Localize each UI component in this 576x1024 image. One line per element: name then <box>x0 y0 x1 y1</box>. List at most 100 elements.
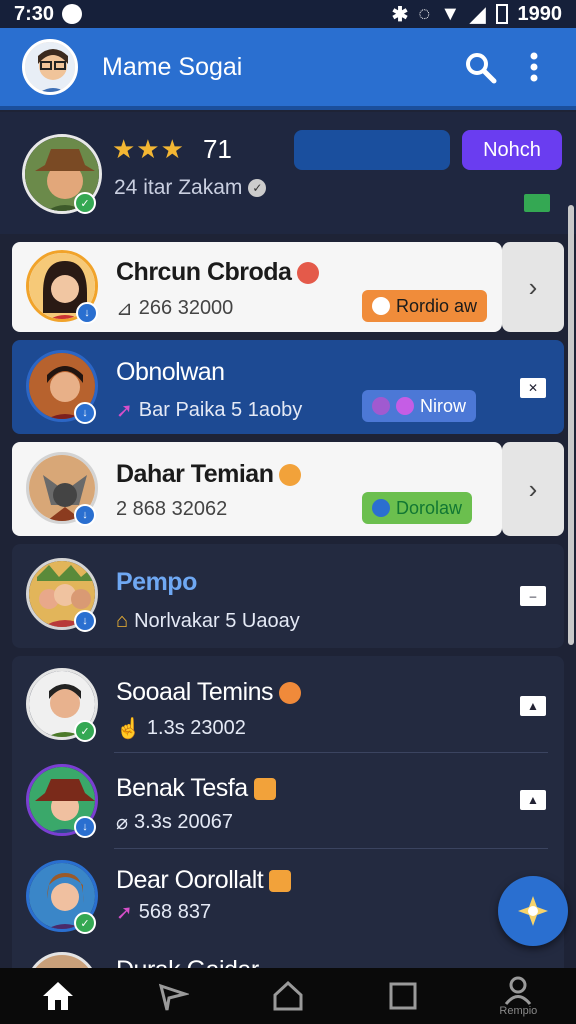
status-badge: ↓ <box>74 816 96 838</box>
card-chevron-button[interactable]: › <box>502 442 564 536</box>
item-name: Benak Tesfa <box>116 774 276 803</box>
profile-subtitle-text: 24 itar Zakam <box>114 176 243 199</box>
item-meta: ➚ 568 837 <box>116 900 211 925</box>
search-button[interactable] <box>460 47 500 87</box>
more-button[interactable] <box>514 47 554 87</box>
item-meta-text: 568 837 <box>138 901 212 923</box>
status-right-text: 1990 <box>517 2 563 25</box>
bluetooth-icon: ✱ <box>391 3 409 26</box>
close-button[interactable]: ✕ <box>520 378 546 398</box>
arrow-icon: ➚ <box>116 902 133 924</box>
card-meta-text: 2 868 32062 <box>116 498 228 520</box>
square-icon <box>389 982 417 1010</box>
battery-icon <box>495 4 508 24</box>
status-bar: 7:30 ✱ ◌ ▼ ◢ 1990 <box>0 0 576 28</box>
envelope-icon <box>253 777 276 800</box>
item-name-text: Benak Tesfa <box>116 774 248 802</box>
item-name-text: Dear Oorollalt <box>116 866 264 894</box>
nav-profile-label: Rempio <box>499 1005 538 1017</box>
chevron-right-icon: › <box>528 271 538 302</box>
list-item[interactable]: ↓ Benak Tesfa ⌀ 3.3s 20067 ▲ <box>12 752 564 849</box>
bottom-nav: Rempio <box>0 968 576 1024</box>
card-chip[interactable]: Nirow <box>362 390 477 422</box>
card-name-text: Obnolwan <box>116 358 225 386</box>
nav-send[interactable] <box>143 971 203 1021</box>
status-badge: ↓ <box>76 302 98 324</box>
pin-icon: ⌀ <box>116 812 129 834</box>
profile-action-button[interactable] <box>294 130 450 170</box>
item-meta: ☝ 1.3s 23002 <box>116 716 246 741</box>
list-item[interactable]: ✓ Sooaal Temins ☝ 1.3s 23002 ▲ <box>12 656 564 753</box>
face-icon <box>279 681 302 704</box>
item-name: Dear Oorollalt <box>116 866 292 895</box>
item-name-text: Sooaal Temins <box>116 678 274 706</box>
home-small-icon: ⌂ <box>116 610 129 632</box>
check-icon <box>524 194 550 212</box>
status-badge: ✓ <box>74 720 96 742</box>
globe-icon <box>297 261 320 284</box>
verified-icon: ✓ <box>248 179 267 197</box>
item-action-button[interactable]: ▲ <box>520 696 546 716</box>
app-bar: Mame Sogai <box>0 28 576 110</box>
list-item[interactable]: ✓ Dear Oorollalt ➚ 568 837 <box>12 848 564 944</box>
rating-stars: ★★★ <box>112 134 185 164</box>
notification-icon <box>62 4 83 24</box>
nav-home[interactable] <box>28 971 88 1021</box>
status-badge: ↓ <box>74 402 96 424</box>
arrow-icon: ➚ <box>116 400 133 422</box>
user-avatar[interactable] <box>22 39 78 95</box>
card-name: Dahar Temian <box>116 460 302 489</box>
card-name: Obnolwan <box>116 358 225 387</box>
card-chip-label: Rordio aw <box>396 295 478 316</box>
vibrate-icon: ◌ <box>418 2 431 25</box>
card-chevron-button[interactable]: › <box>502 242 564 332</box>
card-meta-text: Bar Paika 5 1aoby <box>138 399 303 421</box>
item-meta-text: 1.3s 23002 <box>146 717 246 739</box>
card-name-text: Pempo <box>116 568 197 596</box>
card-action-button[interactable]: – <box>520 586 546 606</box>
overview-icon <box>273 980 303 1011</box>
nav-profile[interactable]: Rempio <box>488 971 548 1021</box>
scrollbar[interactable] <box>568 205 574 645</box>
status-time: 7:30 <box>14 2 55 25</box>
app-title: Mame Sogai <box>102 52 243 81</box>
emoji-icon <box>372 397 390 415</box>
contact-list: ✓ Sooaal Temins ☝ 1.3s 23002 ▲ ↓ Benak Te… <box>12 656 564 976</box>
card-meta: ⊿ 266 32000 <box>116 296 233 321</box>
sparkle-icon <box>518 896 548 926</box>
card-name: Pempo <box>116 568 197 597</box>
status-badge: ✓ <box>74 912 96 934</box>
card-name-text: Dahar Temian <box>116 460 274 488</box>
chevron-right-icon: › <box>528 473 538 504</box>
card-chip-label: Dorolaw <box>396 497 463 518</box>
card-meta: ➚ Bar Paika 5 1aoby <box>116 398 302 423</box>
rating-value: 71 <box>202 134 232 164</box>
profile-subtitle: 24 itar Zakam ✓ <box>114 176 267 200</box>
card-chip[interactable]: Rordio aw <box>362 290 488 322</box>
nav-square[interactable] <box>373 971 433 1021</box>
online-badge: ✓ <box>74 192 96 214</box>
home-icon <box>42 982 73 1010</box>
image-icon: ▲ <box>527 793 539 807</box>
primary-action-button[interactable]: Nohch <box>462 130 562 170</box>
list-card[interactable]: ↓ Obnolwan ➚ Bar Paika 5 1aoby Nirow ✕ <box>12 340 564 434</box>
list-card[interactable]: ↓ Pempo ⌂ Norlvakar 5 Uaoay – <box>12 544 564 648</box>
nav-overview[interactable] <box>258 971 318 1021</box>
card-name: Chrcun Cbroda <box>116 258 320 287</box>
item-action-button[interactable]: ▲ <box>520 790 546 810</box>
more-icon <box>530 52 538 82</box>
card-chip[interactable]: Dorolaw <box>362 492 473 524</box>
list-card[interactable]: ↓ Chrcun Cbroda ⊿ 266 32000 Rordio aw <box>12 242 502 332</box>
floating-action-button[interactable] <box>498 876 568 946</box>
card-chip-label: Nirow <box>420 395 467 416</box>
search-icon <box>466 53 497 84</box>
status-badge: ↓ <box>74 610 96 632</box>
badge-icon <box>372 499 390 517</box>
image-icon: ▲ <box>527 699 539 713</box>
list-card[interactable]: ↓ Dahar Temian 2 868 32062 Dorolaw <box>12 442 502 536</box>
card-meta-text: Norlvakar 5 Uaoay <box>134 610 300 632</box>
card-meta-text: 266 32000 <box>138 297 234 319</box>
profile-icon <box>505 976 532 1005</box>
globe-icon <box>279 463 302 486</box>
wifi-icon: ▼ <box>440 2 461 25</box>
